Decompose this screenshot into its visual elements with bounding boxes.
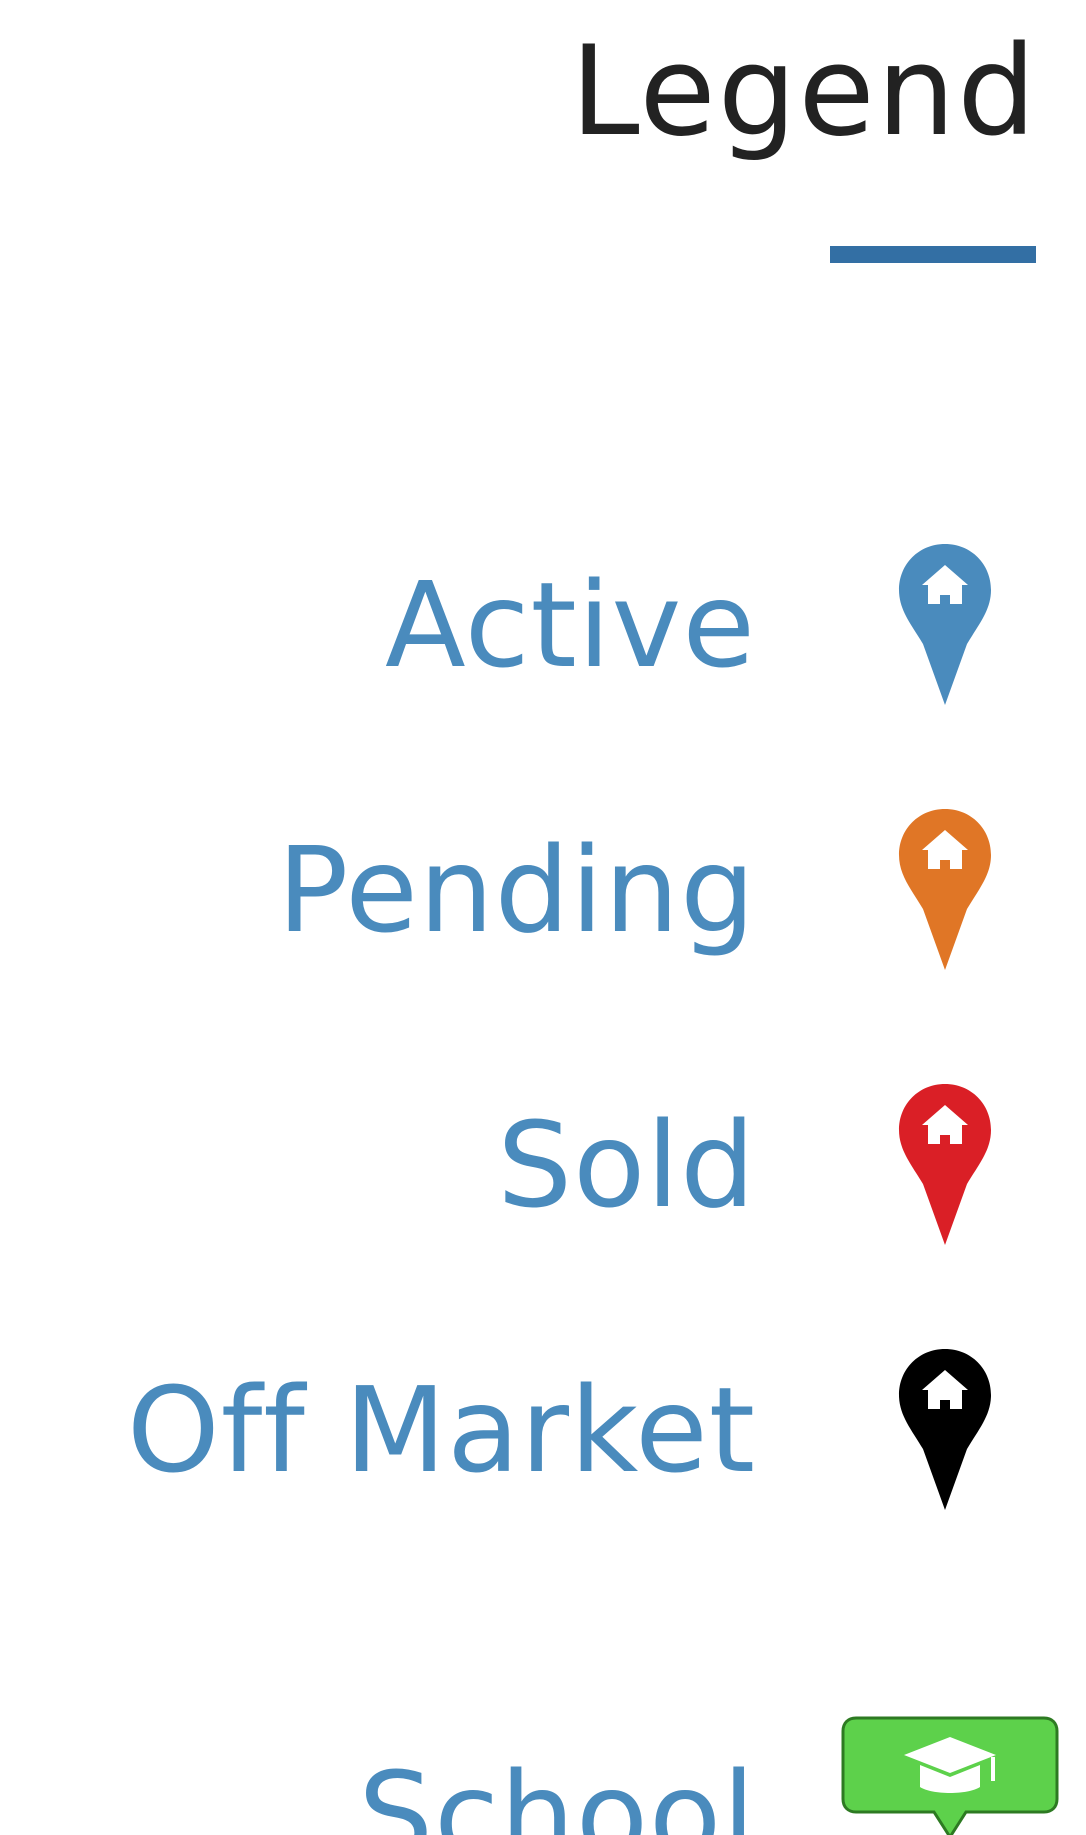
legend-label-pending: Pending [277,821,756,959]
legend-title: Legend [570,20,1038,164]
legend-item-sold: Sold [0,1065,1086,1265]
legend-label-off-market: Off Market [126,1361,756,1499]
legend-item-pending: Pending [0,790,1086,990]
pending-home-pin-icon [895,805,995,975]
legend-label-school: School [358,1746,756,1835]
legend-item-school: School [0,1655,1086,1835]
legend-item-off-market: Off Market [0,1330,1086,1530]
legend-label-active: Active [384,556,756,694]
off-market-home-pin-icon [895,1345,995,1515]
title-underline [830,246,1036,263]
active-home-pin-icon [895,540,995,710]
map-legend: Legend Active Pending Sold Off Market Sc… [0,0,1086,1835]
legend-label-sold: Sold [497,1096,756,1234]
graduation-cap-icon [840,1715,1060,1835]
sold-home-pin-icon [895,1080,995,1250]
legend-item-active: Active [0,525,1086,725]
